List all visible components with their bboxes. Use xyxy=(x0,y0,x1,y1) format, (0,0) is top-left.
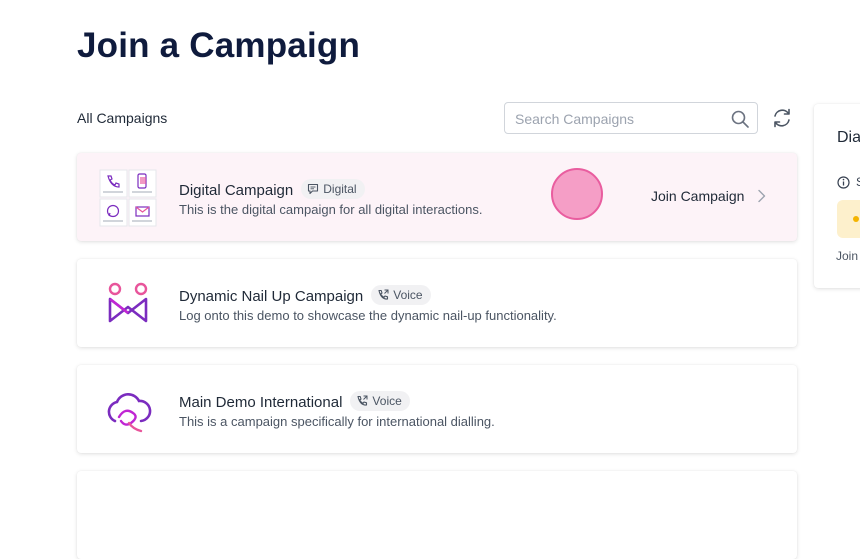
campaign-description: Log onto this demo to showcase the dynam… xyxy=(179,308,557,323)
panel-info-text: S xyxy=(856,175,860,189)
panel-title: Dia xyxy=(837,129,860,146)
campaign-name: Dynamic Nail Up Campaign xyxy=(179,288,364,305)
info-icon xyxy=(837,176,850,189)
campaign-type-badge: Voice xyxy=(371,285,431,305)
panel-join-text: Join xyxy=(836,249,859,263)
status-indicator xyxy=(837,200,860,238)
main-demo-international-logo xyxy=(107,392,152,433)
all-campaigns-label: All Campaigns xyxy=(77,110,168,126)
search-icon[interactable] xyxy=(730,109,750,129)
dynamic-nail-up-logo xyxy=(108,282,148,323)
search-box[interactable] xyxy=(504,102,758,135)
page-title: Join a Campaign xyxy=(77,26,361,65)
campaign-title-row: Digital Campaign Digital xyxy=(179,179,365,199)
campaign-description: This is a campaign specifically for inte… xyxy=(179,414,495,429)
campaign-title-row: Main Demo International Voice xyxy=(179,391,410,411)
campaign-card-dynamic-nail-up[interactable]: Dynamic Nail Up Campaign Voice Log onto t… xyxy=(77,259,797,347)
campaign-name: Main Demo International xyxy=(179,394,343,411)
digital-channels-logo xyxy=(99,169,157,227)
campaign-title-row: Dynamic Nail Up Campaign Voice xyxy=(179,285,431,305)
campaign-type-badge: Voice xyxy=(350,391,410,411)
campaign-card-main-demo-international[interactable]: Main Demo International Voice This is a c… xyxy=(77,365,797,453)
campaign-type-badge: Digital xyxy=(301,179,365,199)
campaign-card-digital[interactable]: Digital Campaign Digital This is the digi… xyxy=(77,153,797,241)
dialler-status-panel: Dia S Join xyxy=(814,104,860,288)
join-campaign-button[interactable]: Join Campaign xyxy=(651,188,744,204)
campaign-type-label: Voice xyxy=(393,288,423,302)
chat-icon xyxy=(308,183,319,195)
chevron-right-icon[interactable] xyxy=(755,189,769,203)
phone-icon xyxy=(357,395,368,406)
campaign-name: Digital Campaign xyxy=(179,182,294,199)
campaign-description: This is the digital campaign for all dig… xyxy=(179,202,483,217)
search-input[interactable] xyxy=(513,103,729,135)
campaign-type-label: Digital xyxy=(323,182,357,196)
refresh-icon[interactable] xyxy=(771,107,793,129)
phone-icon xyxy=(378,289,389,300)
status-dot xyxy=(853,216,859,222)
click-indicator xyxy=(551,168,603,220)
campaign-card-partial[interactable] xyxy=(77,471,797,559)
campaign-type-label: Voice xyxy=(372,394,402,408)
